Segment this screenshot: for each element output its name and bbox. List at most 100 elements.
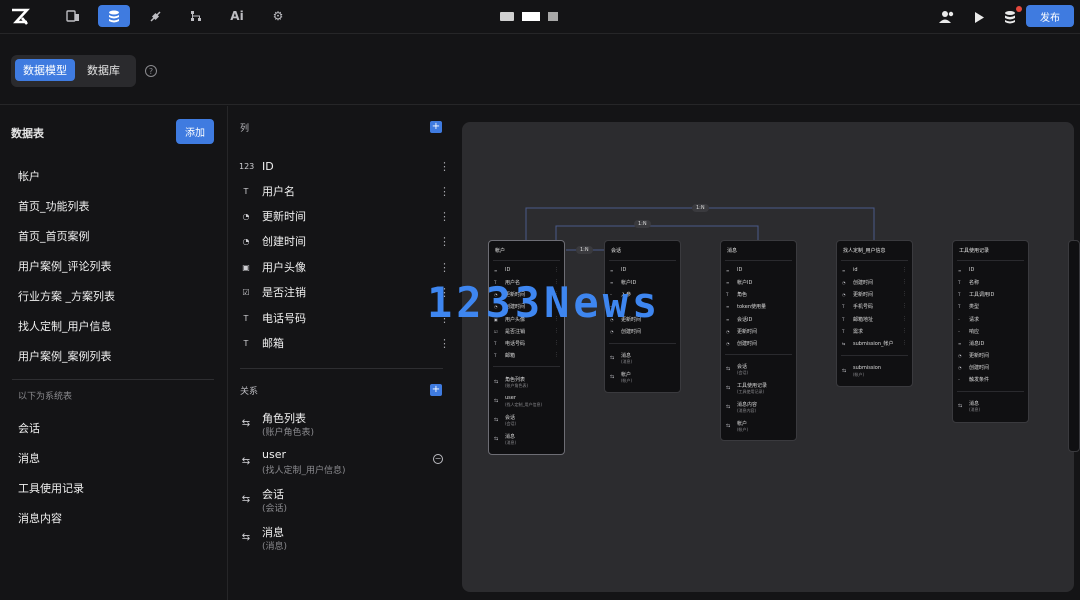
entity-field[interactable]: ◔ 创建时间 bbox=[726, 339, 791, 347]
entity-relation[interactable]: ⇆ 帐户 (帐户) bbox=[610, 371, 675, 385]
table-item[interactable]: 首页_功能列表 bbox=[18, 198, 90, 214]
entity-field[interactable]: ≡ ID bbox=[726, 266, 791, 274]
entity-field[interactable]: T 电话号码 ⋮ bbox=[494, 339, 559, 347]
table-item[interactable]: 行业方案 _方案列表 bbox=[18, 288, 115, 304]
add-column-button[interactable]: + bbox=[430, 121, 442, 133]
more-icon[interactable]: ⋮ bbox=[902, 267, 907, 273]
more-icon[interactable]: ⋮ bbox=[902, 340, 907, 346]
table-item[interactable]: 帐户 bbox=[18, 168, 40, 184]
more-icon[interactable]: ⋮ bbox=[439, 337, 450, 350]
entity-field[interactable]: ◔ 创建时间 bbox=[610, 327, 675, 335]
entity-relation[interactable]: ⇆ 工具使用记录 (工具使用记录) bbox=[726, 382, 791, 396]
er-diagram-canvas[interactable]: 1:N 1:N 1:N 帐户 ≡ ID ⋮ T 用户名 ⋮ ◔ 更新时间 ⋮ ◔ 创建时间 ⋮ … bbox=[462, 122, 1074, 592]
system-table-item[interactable]: 消息 bbox=[18, 450, 40, 466]
column-row[interactable]: T 电话号码 ⋮ bbox=[239, 309, 450, 327]
more-icon[interactable]: ⋮ bbox=[554, 328, 559, 334]
more-icon[interactable]: ⋮ bbox=[902, 279, 907, 285]
help-icon[interactable]: ? bbox=[145, 65, 157, 77]
entity-field[interactable]: T 类型 bbox=[958, 302, 1023, 310]
more-icon[interactable]: ⋮ bbox=[554, 267, 559, 273]
tab-data-model[interactable]: 数据模型 bbox=[15, 59, 75, 81]
entity-field[interactable]: T 邮箱地址 ⋮ bbox=[842, 315, 907, 323]
add-table-button[interactable]: 添加 bbox=[176, 119, 214, 144]
entity-field[interactable]: ≡ id ⋮ bbox=[842, 266, 907, 274]
entity-field[interactable]: ≡ 消息ID bbox=[958, 339, 1023, 347]
entity-field[interactable]: T 角色 bbox=[726, 290, 791, 298]
entity-field[interactable]: ◔ 创建时间 ⋮ bbox=[842, 278, 907, 286]
table-item[interactable]: 首页_首页案例 bbox=[18, 228, 90, 244]
column-row[interactable]: T 邮箱 ⋮ bbox=[239, 334, 450, 352]
entity-field[interactable]: ◔ 更新时间 ⋮ bbox=[842, 290, 907, 298]
more-icon[interactable]: ⋮ bbox=[902, 303, 907, 309]
entity-card-partial[interactable] bbox=[1068, 240, 1080, 452]
entity-relation[interactable]: ⇆ 消息 (消息) bbox=[494, 433, 559, 447]
entity-relation[interactable]: ⇆ 消息内容 (消息内容) bbox=[726, 401, 791, 415]
entity-relation[interactable]: ⇆ user (找人定制_用户信息) bbox=[494, 395, 559, 409]
table-item[interactable]: 用户案例_案例列表 bbox=[18, 348, 112, 364]
more-icon[interactable]: ⋮ bbox=[439, 210, 450, 223]
app-logo[interactable] bbox=[10, 7, 30, 27]
play-icon[interactable] bbox=[970, 8, 988, 26]
plugin-icon[interactable] bbox=[139, 5, 171, 27]
entity-card[interactable]: 工具使用记录 ≡ ID T 名称 T 工具调用ID T 类型 – 请求 – 响应 ≡ 消息ID… bbox=[952, 240, 1029, 423]
entity-field[interactable]: – 响应 bbox=[958, 327, 1023, 335]
more-icon[interactable]: ⋮ bbox=[554, 352, 559, 358]
entity-field[interactable]: T 需求 ⋮ bbox=[842, 327, 907, 335]
entity-relation[interactable]: ⇆ 会话 (会话) bbox=[726, 363, 791, 377]
column-row[interactable]: ◔ 创建时间 ⋮ bbox=[239, 232, 451, 250]
database-icon[interactable] bbox=[98, 5, 130, 27]
entity-field[interactable]: ⇆ submission_帐户 ⋮ bbox=[842, 339, 907, 347]
more-icon[interactable]: ⋮ bbox=[439, 261, 450, 274]
more-icon[interactable]: ⋮ bbox=[439, 160, 450, 173]
entity-card[interactable]: 帐户 ≡ ID ⋮ T 用户名 ⋮ ◔ 更新时间 ⋮ ◔ 创建时间 ⋮ ▣ 用户头像 ⋮ ☑ 是否注销… bbox=[488, 240, 565, 455]
entity-field[interactable]: T 邮箱 ⋮ bbox=[494, 351, 559, 359]
system-table-item[interactable]: 消息内容 bbox=[18, 510, 62, 526]
entity-field[interactable]: ≡ ID bbox=[610, 266, 675, 274]
tab-database[interactable]: 数据库 bbox=[79, 59, 128, 81]
more-icon[interactable]: ⋮ bbox=[554, 340, 559, 346]
entity-field[interactable]: T 手机号码 ⋮ bbox=[842, 302, 907, 310]
entity-relation[interactable]: ⇆ 帐户 (帐户) bbox=[726, 420, 791, 434]
entity-relation[interactable]: ⇆ 会话 (会话) bbox=[494, 414, 559, 428]
system-table-item[interactable]: 会话 bbox=[18, 420, 40, 436]
system-table-item[interactable]: 工具使用记录 bbox=[18, 480, 84, 496]
db-status-icon[interactable] bbox=[1002, 6, 1022, 26]
entity-field[interactable]: ◔ 更新时间 bbox=[726, 327, 791, 335]
entity-card[interactable]: 找人定制_用户信息 ≡ id ⋮ ◔ 创建时间 ⋮ ◔ 更新时间 ⋮ T 手机号码 ⋮ T 邮箱地… bbox=[836, 240, 913, 387]
entity-field[interactable]: ≡ ID ⋮ bbox=[494, 266, 559, 274]
entity-relation[interactable]: ⇆ submission (帐户) bbox=[842, 365, 907, 379]
entity-field[interactable]: – 请求 bbox=[958, 315, 1023, 323]
entity-field[interactable]: ≡ ID bbox=[958, 266, 1023, 274]
pages-icon[interactable] bbox=[57, 5, 89, 27]
more-icon[interactable]: ⋮ bbox=[902, 291, 907, 297]
column-row[interactable]: ▣ 用户头像 ⋮ bbox=[239, 258, 450, 276]
more-icon[interactable]: ⋮ bbox=[439, 235, 450, 248]
publish-button[interactable]: 发布 bbox=[1026, 5, 1074, 27]
column-row[interactable]: T 用户名 ⋮ bbox=[239, 182, 450, 200]
entity-field[interactable]: ◔ 创建时间 bbox=[958, 363, 1023, 371]
entity-field[interactable]: – 触发条件 bbox=[958, 375, 1023, 383]
more-icon[interactable]: ⋮ bbox=[902, 328, 907, 334]
entity-field[interactable]: ≡ 会话ID bbox=[726, 315, 791, 323]
entity-field[interactable]: ◔ 更新时间 bbox=[958, 351, 1023, 359]
entity-relation[interactable]: ⇆ 角色列表 (账户角色表) bbox=[494, 376, 559, 390]
table-item[interactable]: 找人定制_用户信息 bbox=[18, 318, 112, 334]
entity-relation[interactable]: ⇆ 消息 (消息) bbox=[958, 400, 1023, 414]
table-item[interactable]: 用户案例_评论列表 bbox=[18, 258, 112, 274]
gear-icon[interactable]: ⚙ bbox=[262, 5, 294, 27]
remove-relation-icon[interactable]: − bbox=[433, 454, 443, 464]
column-row[interactable]: 123 ID ⋮ bbox=[239, 157, 450, 175]
entity-field[interactable]: T 名称 bbox=[958, 278, 1023, 286]
entity-relation[interactable]: ⇆ 消息 (消息) bbox=[610, 352, 675, 366]
entity-field[interactable]: T 工具调用ID bbox=[958, 290, 1023, 298]
entity-field[interactable]: ≡ 帐户ID bbox=[726, 278, 791, 286]
entity-card[interactable]: 消息 ≡ ID ≡ 帐户ID T 角色 ≡ token使用量 ≡ 会话ID ◔ 更新时间 ◔… bbox=[720, 240, 797, 441]
entity-field[interactable]: ☑ 是否注销 ⋮ bbox=[494, 327, 559, 335]
more-icon[interactable]: ⋮ bbox=[439, 185, 450, 198]
workflow-icon[interactable] bbox=[180, 5, 212, 27]
add-relation-button[interactable]: + bbox=[430, 384, 442, 396]
entity-field[interactable]: ≡ token使用量 bbox=[726, 302, 791, 310]
column-row[interactable]: ◔ 更新时间 ⋮ bbox=[239, 207, 451, 225]
more-icon[interactable]: ⋮ bbox=[902, 316, 907, 322]
users-icon[interactable] bbox=[938, 8, 956, 26]
